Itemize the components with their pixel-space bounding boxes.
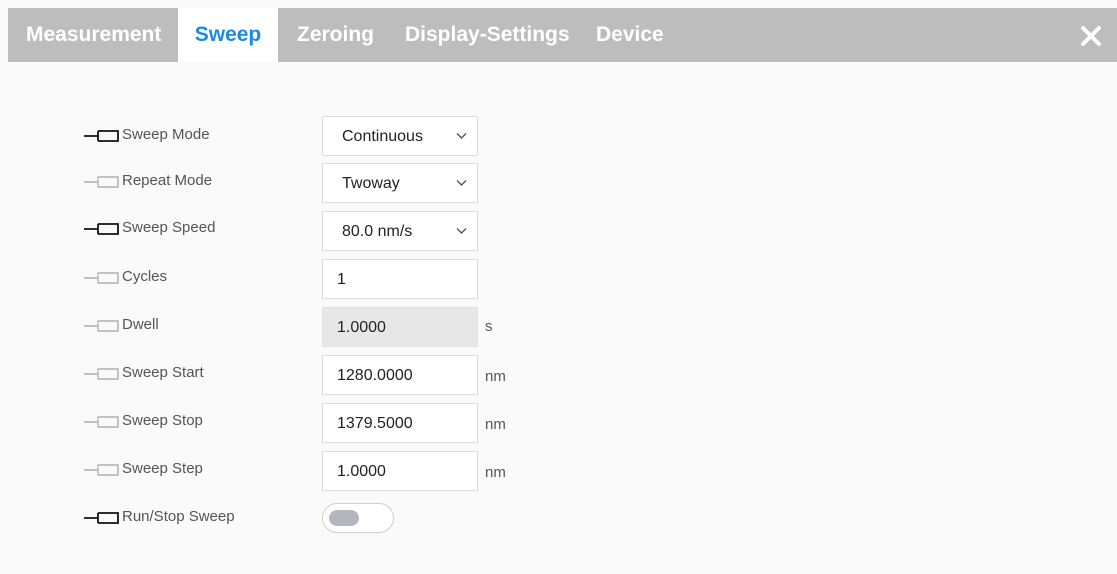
pin-icon[interactable] (82, 174, 120, 190)
toggle-knob (329, 510, 359, 526)
sweep-stop-value: 1379.5000 (337, 415, 413, 432)
pin-icon[interactable] (82, 366, 120, 382)
dwell-input: 1.0000 (322, 307, 478, 347)
pin-icon[interactable] (82, 414, 120, 430)
sweep-speed-value: 80.0 nm/s (342, 223, 413, 240)
tab-sweep[interactable]: Sweep (178, 8, 278, 62)
tab-display-settings[interactable]: Display-Settings (405, 8, 570, 62)
sweep-step-value: 1.0000 (337, 463, 386, 480)
sweep-speed-select[interactable]: 80.0 nm/s (322, 211, 478, 251)
dwell-unit: s (485, 318, 493, 335)
sweep-speed-label: Sweep Speed (122, 219, 216, 236)
repeat-mode-value: Twoway (342, 175, 400, 192)
pin-icon[interactable] (82, 128, 120, 144)
sweep-step-input[interactable]: 1.0000 (322, 451, 478, 491)
sweep-stop-unit: nm (485, 416, 506, 433)
sweep-step-unit: nm (485, 464, 506, 481)
tab-zeroing[interactable]: Zeroing (297, 8, 374, 62)
tab-bar: Measurement Sweep Zeroing Display-Settin… (8, 8, 1117, 62)
chevron-down-icon (456, 133, 467, 139)
dwell-label: Dwell (122, 316, 159, 333)
pin-icon[interactable] (82, 510, 120, 526)
sweep-start-value: 1280.0000 (337, 367, 413, 384)
dwell-value: 1.0000 (337, 319, 386, 336)
sweep-step-label: Sweep Step (122, 460, 203, 477)
cycles-value: 1 (337, 271, 346, 288)
pin-icon[interactable] (82, 221, 120, 237)
run-stop-sweep-label: Run/Stop Sweep (122, 508, 235, 525)
sweep-mode-value: Continuous (342, 128, 423, 145)
sweep-start-input[interactable]: 1280.0000 (322, 355, 478, 395)
sweep-start-label: Sweep Start (122, 364, 204, 381)
tab-device[interactable]: Device (596, 8, 664, 62)
run-stop-sweep-toggle[interactable] (322, 503, 394, 533)
close-button[interactable] (1077, 22, 1105, 50)
chevron-down-icon (456, 180, 467, 186)
pin-icon[interactable] (82, 318, 120, 334)
tab-measurement[interactable]: Measurement (26, 8, 161, 62)
cycles-label: Cycles (122, 268, 168, 285)
cycles-input[interactable]: 1 (322, 259, 478, 299)
sweep-stop-input[interactable]: 1379.5000 (322, 403, 478, 443)
repeat-mode-label: Repeat Mode (122, 172, 213, 189)
sweep-start-unit: nm (485, 368, 506, 385)
close-icon (1081, 26, 1101, 46)
repeat-mode-select[interactable]: Twoway (322, 163, 478, 203)
pin-icon[interactable] (82, 462, 120, 478)
sweep-mode-select[interactable]: Continuous (322, 116, 478, 156)
sweep-mode-label: Sweep Mode (122, 126, 210, 143)
chevron-down-icon (456, 228, 467, 234)
pin-icon[interactable] (82, 270, 120, 286)
sweep-stop-label: Sweep Stop (122, 412, 203, 429)
